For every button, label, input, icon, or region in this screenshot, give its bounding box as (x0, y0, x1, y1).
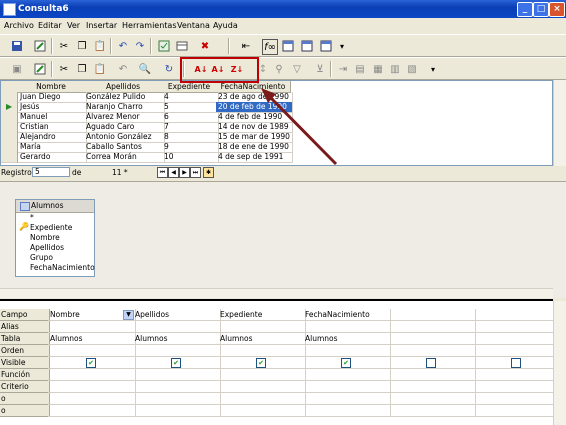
annotation-arrow (261, 88, 338, 166)
